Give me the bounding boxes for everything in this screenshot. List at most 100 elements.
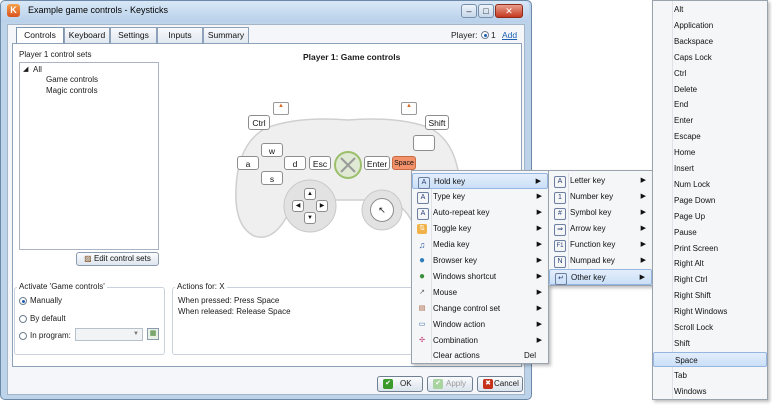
lb-icon[interactable]: ▲ <box>273 102 289 115</box>
other-key-item[interactable]: Ctrl <box>653 66 767 81</box>
radio-by-default[interactable] <box>19 315 27 323</box>
combination-icon: ✣ <box>419 337 425 344</box>
submenu-arrow-icon: ▶ <box>640 209 646 216</box>
key-y-blank[interactable] <box>413 135 435 151</box>
key-esc[interactable]: Esc <box>309 156 331 170</box>
menu-item-type-key[interactable]: A Type key ▶ <box>412 189 548 205</box>
tree-item-magic-controls[interactable]: Magic controls <box>46 86 98 95</box>
menu-item-clear-actions[interactable]: Clear actions Del <box>412 348 548 364</box>
tree-item-game-controls[interactable]: Game controls <box>46 75 98 84</box>
dpad-down-icon[interactable]: ▼ <box>304 212 316 224</box>
tab-settings[interactable]: Settings <box>110 27 157 43</box>
other-key-item[interactable]: Caps Lock <box>653 50 767 65</box>
other-key-item[interactable]: Delete <box>653 82 767 97</box>
other-key-item[interactable]: Page Down <box>653 193 767 208</box>
right-stick-mouse-icon[interactable]: ↖ <box>370 198 394 222</box>
other-key-item[interactable]: Right Alt <box>653 256 767 271</box>
menu-item-browser-key[interactable]: ● Browser key ▶ <box>412 253 548 269</box>
tree-collapse-icon[interactable]: ◢ <box>23 65 28 73</box>
app-icon: K <box>7 4 20 17</box>
other-key-label: Insert <box>674 164 695 173</box>
submenu-item-numpad-key[interactable]: N Numpad key ▶ <box>549 253 652 269</box>
dpad-right-icon[interactable]: ▶ <box>316 200 328 212</box>
other-key-item[interactable]: Right Windows <box>653 304 767 319</box>
other-key-item[interactable]: Space <box>653 351 767 367</box>
dpad-up-icon[interactable]: ▲ <box>304 188 316 200</box>
dpad-left-icon[interactable]: ◀ <box>292 200 304 212</box>
other-key-item[interactable]: Windows <box>653 384 767 399</box>
key-ctrl[interactable]: Ctrl <box>248 115 270 130</box>
other-key-item[interactable]: Shift <box>653 336 767 351</box>
key-enter[interactable]: Enter <box>364 156 390 170</box>
submenu-item-symbol-key[interactable]: # Symbol key ▶ <box>549 205 652 221</box>
rb-icon[interactable]: ▲ <box>401 102 417 115</box>
menu-item-mouse[interactable]: ↗ Mouse ▶ <box>412 285 548 301</box>
other-key-item[interactable]: Right Ctrl <box>653 272 767 287</box>
other-key-item[interactable]: Insert <box>653 161 767 176</box>
submenu-item-function-key[interactable]: F1 Function key ▶ <box>549 237 652 253</box>
other-key-item[interactable]: Print Screen <box>653 241 767 256</box>
chevron-down-icon: ▼ <box>133 331 139 337</box>
menu-item-toggle-key[interactable]: ⇅ Toggle key ▶ <box>412 221 548 237</box>
key-submenu: A Letter key ▶ 1 Number key ▶ # Symbol k… <box>548 170 653 286</box>
other-key-item[interactable]: Home <box>653 145 767 160</box>
other-key-item[interactable]: End <box>653 97 767 112</box>
toggle-key-icon: ⇅ <box>417 224 427 234</box>
menu-item-windows-shortcut[interactable]: ● Windows shortcut ▶ <box>412 269 548 285</box>
submenu-item-letter-key[interactable]: A Letter key ▶ <box>549 173 652 189</box>
tab-controls[interactable]: Controls <box>16 27 64 43</box>
menu-item-auto-repeat-key[interactable]: A Auto-repeat key ▶ <box>412 205 548 221</box>
menu-item-media-key[interactable]: ♫ Media key ▶ <box>412 237 548 253</box>
other-key-label: Alt <box>674 5 684 14</box>
player-radio[interactable] <box>481 31 489 39</box>
other-key-item[interactable]: Scroll Lock <box>653 320 767 335</box>
key-d[interactable]: d <box>284 156 306 170</box>
control-sets-heading: Player 1 control sets <box>19 50 92 59</box>
add-player-link[interactable]: Add <box>502 30 517 40</box>
other-key-item[interactable]: Escape <box>653 129 767 144</box>
menu-item-hold-key[interactable]: A Hold key ▶ <box>412 173 548 189</box>
other-key-item[interactable]: Alt <box>653 2 767 17</box>
other-key-item[interactable]: Tab <box>653 368 767 383</box>
submenu-item-arrow-key[interactable]: ⇒ Arrow key ▶ <box>549 221 652 237</box>
key-shift[interactable]: Shift <box>425 115 449 130</box>
close-button[interactable]: ✕ <box>495 4 523 18</box>
other-key-item[interactable]: Pause <box>653 225 767 240</box>
key-a[interactable]: a <box>237 156 259 170</box>
other-key-label: Space <box>675 355 698 365</box>
program-select[interactable]: ▼ <box>75 328 143 341</box>
other-key-label: Home <box>674 148 696 158</box>
tab-keyboard[interactable]: Keyboard <box>64 27 110 43</box>
key-w[interactable]: w <box>261 143 283 157</box>
tab-inputs[interactable]: Inputs <box>157 27 203 43</box>
menu-item-change-control-set[interactable]: ▤ Change control set ▶ <box>412 301 548 317</box>
edit-control-sets-button[interactable]: ▨ Edit control sets <box>76 252 159 266</box>
maximize-button[interactable]: □ <box>478 4 494 18</box>
ok-button[interactable]: ✔ OK <box>377 376 423 392</box>
browse-program-button[interactable]: ▦ <box>147 328 159 340</box>
other-key-item[interactable]: Num Lock <box>653 177 767 192</box>
minimize-button[interactable]: – <box>461 4 477 18</box>
tab-summary[interactable]: Summary <box>203 27 249 43</box>
key-space[interactable]: Space <box>392 156 416 170</box>
other-key-item[interactable]: Enter <box>653 113 767 128</box>
radio-manually[interactable] <box>19 297 27 305</box>
other-key-item[interactable]: Page Up <box>653 209 767 224</box>
action-released: When released: Release Space <box>178 307 291 316</box>
submenu-item-other-key[interactable]: ↵ Other key ▶ <box>549 269 652 285</box>
radio-in-program[interactable] <box>19 332 27 340</box>
tree-item-all[interactable]: All <box>33 65 42 74</box>
submenu-item-number-key[interactable]: 1 Number key ▶ <box>549 189 652 205</box>
menu-item-combination[interactable]: ✣ Combination ▶ <box>412 333 548 349</box>
cancel-button[interactable]: ✖ Cancel <box>477 376 523 392</box>
cancel-x-icon: ✖ <box>483 379 493 389</box>
menu-item-window-action[interactable]: ▭ Window action ▶ <box>412 317 548 333</box>
other-key-item[interactable]: Application <box>653 18 767 33</box>
dpad[interactable]: ▲ ◀ ▶ ▼ <box>292 188 328 224</box>
apply-button[interactable]: ✔ Apply <box>427 376 473 392</box>
other-key-item[interactable]: Backspace <box>653 34 767 49</box>
key-s[interactable]: s <box>261 171 283 185</box>
radio-by-default-label: By default <box>30 314 66 323</box>
other-key-item[interactable]: Right Shift <box>653 288 767 303</box>
other-keys-menu: Alt Application Backspace Caps Lock Ctrl Dele… <box>652 0 768 400</box>
